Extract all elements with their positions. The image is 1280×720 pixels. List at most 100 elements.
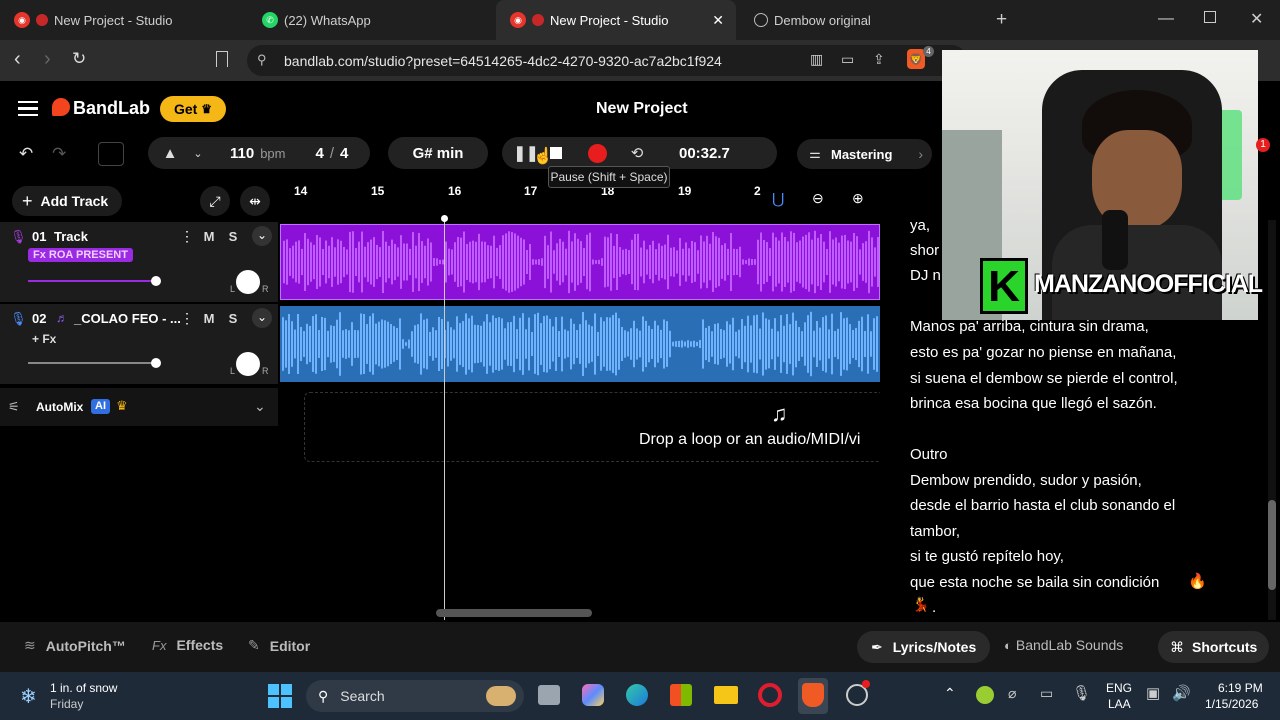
project-title[interactable]: New Project [596,100,688,118]
lyrics-scrollbar[interactable] [1268,220,1276,620]
file-explorer-icon[interactable] [714,686,738,704]
tab-studio-1[interactable]: ◉ New Project - Studio [0,0,248,40]
horizontal-scrollbar[interactable] [436,609,592,617]
audio-clip-track-1[interactable] [280,224,880,300]
edge-icon[interactable] [626,684,648,706]
time-sig-denominator[interactable]: 4 [340,145,348,162]
add-fx-button[interactable]: + Fx [32,332,56,346]
zoom-in-icon[interactable]: ⊕ [852,190,864,207]
lyrics-notes-button[interactable]: ✒ Lyrics/Notes [857,631,991,663]
waveform-bar [696,341,698,347]
redo-icon[interactable]: ↷ [52,144,66,164]
tab-dembow[interactable]: Dembow original [740,0,988,40]
volume-handle[interactable] [151,276,161,286]
bandlab-sounds-button[interactable]: ◐ BandLab Sounds [1004,637,1123,653]
editor-button[interactable]: ✎ Editor [248,637,310,654]
tray-app-icon[interactable] [976,686,994,704]
track-header-2[interactable]: 🎙 02 ♬ _COLAO FEO - ... ⋮ M S ⌄ + Fx L R [0,304,278,384]
copilot-icon[interactable] [582,684,604,706]
microphone-icon[interactable]: 🎙 [1072,684,1091,702]
effects-button[interactable]: Fx Effects [152,637,223,653]
mute-button[interactable]: M [198,308,220,328]
automix-row[interactable]: ⚟ AutoMix AI ♛ ⌄ [0,388,278,426]
chevron-down-icon[interactable]: ⌄ [252,226,272,246]
menu-icon[interactable] [18,101,38,116]
weather-temp[interactable]: 1 in. of snow [50,681,117,695]
mastering-button[interactable]: ⚌ Mastering › [797,139,932,169]
close-window-icon[interactable]: ✕ [1250,9,1263,29]
add-track-button[interactable]: + Add Track [12,186,122,216]
fit-icon[interactable]: ⇹ [240,186,270,216]
new-tab-icon[interactable]: + [996,9,1007,31]
fx-badge[interactable]: Fx ROA PRESENT [28,248,133,262]
mic-icon[interactable]: 🎙 [10,229,27,245]
track-header-1[interactable]: 🎙 01 Track ⋮ M S ⌄ Fx ROA PRESENT L R [0,222,278,302]
volume-slider[interactable] [28,280,156,282]
playhead[interactable] [444,218,445,620]
record-icon[interactable] [588,143,607,163]
chevron-up-icon[interactable]: ⌃ [944,685,956,702]
cast-icon[interactable]: ▭ [1040,685,1053,702]
waveform-bar [828,329,830,359]
maximize-icon[interactable] [1204,11,1216,23]
minimize-icon[interactable]: — [1158,10,1174,28]
store-icon[interactable] [670,684,692,706]
playhead-handle[interactable] [441,215,448,222]
tab-studio-active[interactable]: ◉ New Project - Studio ✕ [496,0,736,40]
volume-slider[interactable] [28,362,156,364]
back-icon[interactable]: ‹ [14,48,21,71]
more-icon[interactable]: ⋮ [180,310,194,327]
zoom-out-icon[interactable]: ⊖ [812,190,824,207]
opera-icon[interactable] [758,683,782,707]
task-view-icon[interactable] [538,685,560,705]
pan-knob[interactable] [236,352,260,376]
mute-button[interactable]: M [198,226,220,246]
site-info-icon[interactable]: ⚲ [257,52,267,68]
close-tab-icon[interactable]: ✕ [712,12,724,29]
magnet-icon[interactable]: ⋃ [772,190,784,208]
shortcuts-button[interactable]: ⌘ Shortcuts [1158,631,1270,663]
chevron-down-icon[interactable]: ⌄ [254,398,266,415]
tab-whatsapp[interactable]: ✆ (22) WhatsApp [248,0,496,40]
bookmark-icon[interactable] [216,51,228,67]
volume-handle[interactable] [151,358,161,368]
get-membership-button[interactable]: Get ♛ [160,96,226,122]
chevron-down-icon[interactable]: ⌄ [186,141,210,165]
mic-icon[interactable]: 🎙 [10,311,27,327]
autopitch-button[interactable]: ≋ AutoPitch™ [24,637,126,654]
share-icon[interactable]: ⇪ [873,51,885,68]
network-off-icon[interactable]: ⌀ [1008,685,1016,702]
snowflake-icon[interactable]: ❄ [20,684,37,709]
language-primary[interactable]: ENG [1106,681,1132,695]
reader-icon[interactable]: ▥ [810,51,823,68]
taskbar-search[interactable]: ⚲ Search [306,680,524,712]
waveform-bar [679,238,681,286]
chevron-down-icon[interactable]: ⌄ [252,308,272,328]
forward-icon[interactable]: › [44,48,51,71]
url-field[interactable]: ⚲ bandlab.com/studio?preset=64514265-4dc… [247,45,967,76]
track-name[interactable]: Track [54,229,88,244]
tempo-value[interactable]: 110 [230,145,254,162]
automation-icon[interactable]: ⤢ [200,186,230,216]
time-sig-numerator[interactable]: 4 [316,145,324,162]
solo-button[interactable]: S [222,308,244,328]
undo-icon[interactable]: ↶ [19,144,33,164]
brave-icon[interactable] [802,683,824,707]
reload-icon[interactable]: ↻ [72,49,86,69]
metronome-icon[interactable]: ▲ [158,141,182,165]
drop-zone[interactable]: ♫ Drop a loop or an audio/MIDI/vi [304,392,884,462]
track-name[interactable]: _COLAO FEO - ... [74,311,181,326]
cast-icon[interactable]: ▭ [841,51,854,68]
windows-start-icon[interactable] [268,684,292,708]
solo-button[interactable]: S [222,226,244,246]
audio-clip-track-2[interactable] [280,306,880,382]
loop-icon[interactable]: ⟲ [625,141,649,165]
display-icon[interactable]: ▣ [1146,684,1160,702]
piano-keys-icon[interactable] [98,142,124,166]
clock-time[interactable]: 6:19 PM [1218,681,1263,695]
pan-knob[interactable] [236,270,260,294]
more-icon[interactable]: ⋮ [180,228,194,245]
waveform-bar [858,320,860,368]
volume-icon[interactable]: 🔊 [1172,684,1191,702]
key-button[interactable]: G# min [388,137,488,169]
